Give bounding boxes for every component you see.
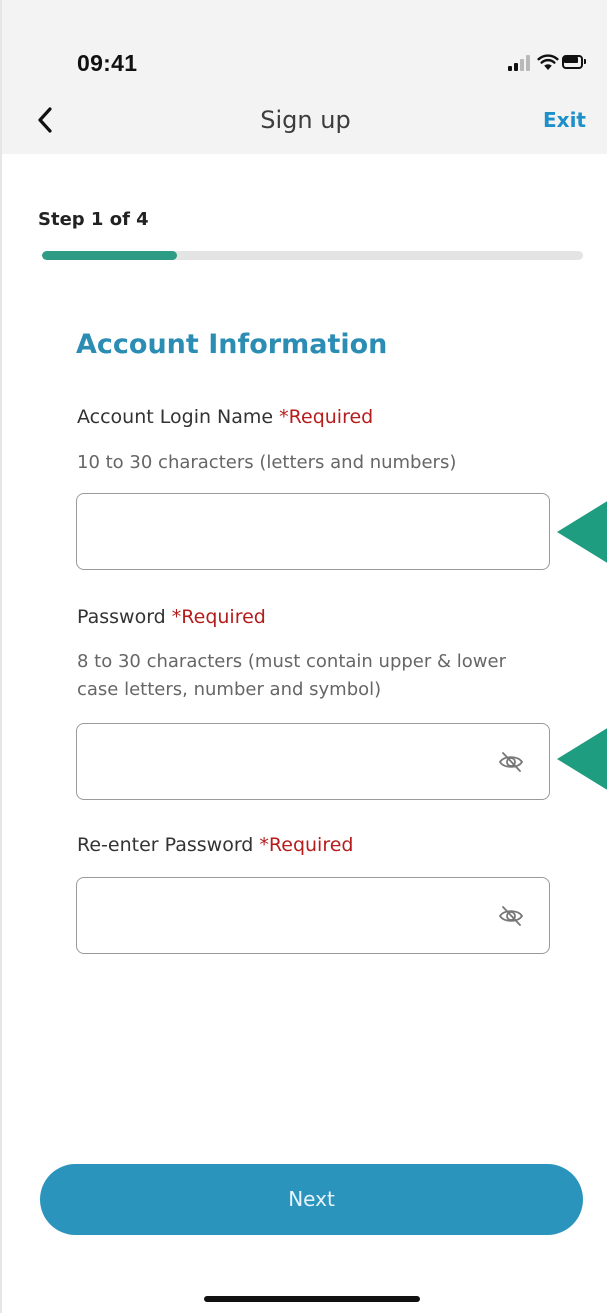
progress-bar: [42, 251, 583, 260]
section-title: Account Information: [76, 329, 388, 360]
sign-up-screen: 09:41 Sign up Exit Step 1 of 4 Account I…: [0, 0, 607, 1313]
password-label-text: Password: [77, 606, 172, 628]
arrow-marker-icon: [557, 728, 607, 790]
page-title: Sign up: [260, 106, 351, 134]
battery-icon: [562, 55, 586, 69]
password-field[interactable]: [76, 723, 550, 800]
required-marker: *Required: [259, 834, 354, 856]
login-name-field[interactable]: [76, 493, 550, 570]
arrow-marker-icon: [557, 501, 607, 563]
password-visibility-toggle[interactable]: [495, 746, 527, 778]
required-marker: *Required: [171, 606, 266, 628]
login-name-label-text: Account Login Name: [77, 406, 280, 428]
reenter-password-field[interactable]: [76, 877, 550, 954]
signal-icon: [508, 55, 536, 71]
password-label: Password *Required: [77, 606, 266, 628]
password-input[interactable]: [91, 724, 471, 799]
home-indicator: [204, 1296, 420, 1302]
status-time: 09:41: [77, 50, 138, 76]
header: 09:41 Sign up Exit: [2, 0, 607, 154]
next-button[interactable]: Next: [40, 1164, 583, 1235]
progress-bar-fill: [42, 251, 178, 260]
required-marker: *Required: [279, 406, 374, 428]
step-indicator: Step 1 of 4: [38, 209, 149, 230]
login-name-label: Account Login Name *Required: [77, 406, 373, 428]
reenter-password-label-text: Re-enter Password: [77, 834, 260, 856]
reenter-password-input[interactable]: [91, 878, 471, 953]
wifi-icon: [537, 54, 559, 70]
eye-off-icon: [498, 752, 524, 772]
reenter-password-label: Re-enter Password *Required: [77, 834, 353, 856]
login-name-input[interactable]: [91, 494, 471, 569]
status-icons: [508, 52, 586, 74]
reenter-password-visibility-toggle[interactable]: [495, 900, 527, 932]
exit-link[interactable]: Exit: [543, 108, 586, 132]
password-hint: 8 to 30 characters (must contain upper &…: [77, 651, 506, 700]
login-name-hint: 10 to 30 characters (letters and numbers…: [77, 452, 457, 473]
eye-off-icon: [498, 906, 524, 926]
